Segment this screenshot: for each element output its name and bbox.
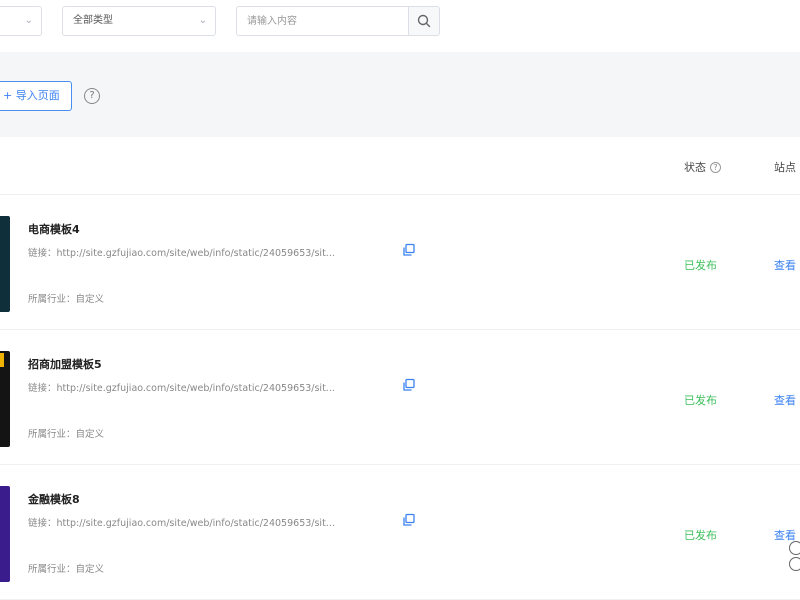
copy-icon[interactable] [402,378,416,392]
search-icon [417,14,431,28]
search-input[interactable] [236,6,408,36]
import-page-button[interactable]: + 导入页面 [0,81,72,111]
copy-icon[interactable] [402,513,416,527]
search-button[interactable] [408,6,440,36]
page-thumbnail[interactable] [0,216,10,312]
status-text: 已发布 [684,529,717,542]
column-header-status-label: 状态 [684,161,706,174]
column-header-status: 状态? [684,159,721,175]
table-header: 状态? 站点 [0,137,800,195]
help-icon[interactable]: ? [84,88,100,104]
thumbnail-accent [0,353,4,367]
filter-bar: ⌄ 全部类型 ⌄ [0,0,800,50]
chevron-down-icon: ⌄ [24,15,33,26]
table-row: 招商加盟模板5 链接：http://site.gzfujiao.com/site… [0,331,800,465]
filter-select-first[interactable]: ⌄ [0,6,42,36]
page-industry: 所属行业：自定义 [28,294,105,305]
type-select-value: 全部类型 [73,15,113,26]
status-text: 已发布 [684,394,717,407]
table-row: 电商模板4 链接：http://site.gzfujiao.com/site/w… [0,196,800,330]
page-link: 链接：http://site.gzfujiao.com/site/web/inf… [28,248,335,259]
copy-icon[interactable] [402,243,416,257]
page-industry: 所属行业：自定义 [28,429,105,440]
search-box [236,6,440,36]
floating-help-icon[interactable] [789,557,800,571]
page-name[interactable]: 金融模板8 [28,491,80,507]
status-text: 已发布 [684,259,717,272]
page-link: 链接：http://site.gzfujiao.com/site/web/inf… [28,383,335,394]
chevron-down-icon: ⌄ [198,15,207,26]
type-select[interactable]: 全部类型 ⌄ [62,6,216,36]
column-header-action: 站点 [774,161,796,174]
floating-help-icon[interactable] [789,541,800,555]
page-industry: 所属行业：自定义 [28,564,105,575]
table-row: 金融模板8 链接：http://site.gzfujiao.com/site/w… [0,466,800,600]
page-thumbnail[interactable] [0,486,10,582]
page-name[interactable]: 电商模板4 [28,221,80,237]
toolbar: + 导入页面 ? [0,52,800,137]
status-help-icon[interactable]: ? [710,162,721,173]
page-name[interactable]: 招商加盟模板5 [28,356,102,372]
view-link[interactable]: 查看 [774,257,800,273]
view-link[interactable]: 查看 [774,392,800,408]
page-link: 链接：http://site.gzfujiao.com/site/web/inf… [28,518,335,529]
